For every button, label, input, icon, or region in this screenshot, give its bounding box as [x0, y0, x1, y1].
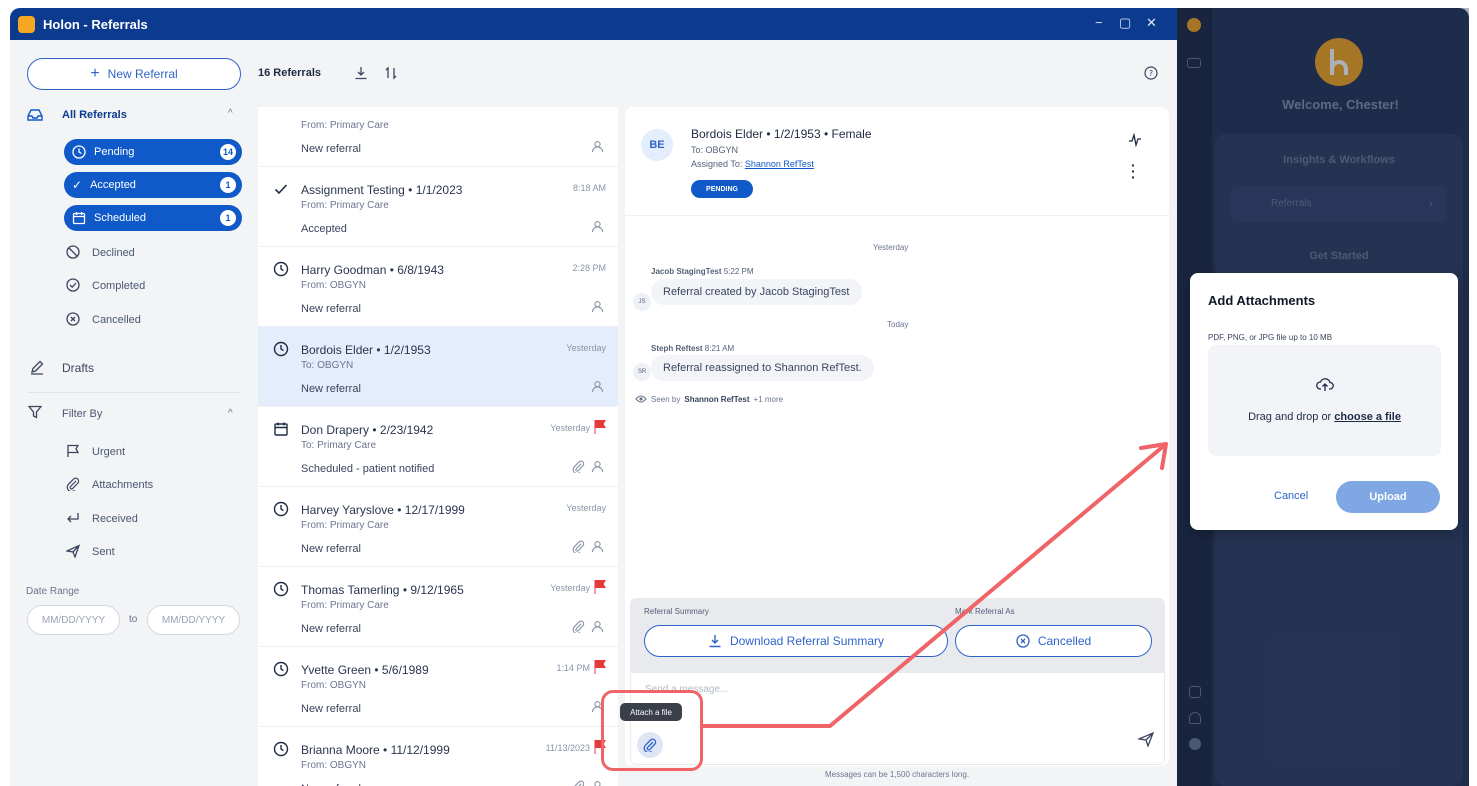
annotation-arrow — [703, 442, 1168, 728]
attach-file-tooltip: Attach a file — [620, 703, 682, 721]
